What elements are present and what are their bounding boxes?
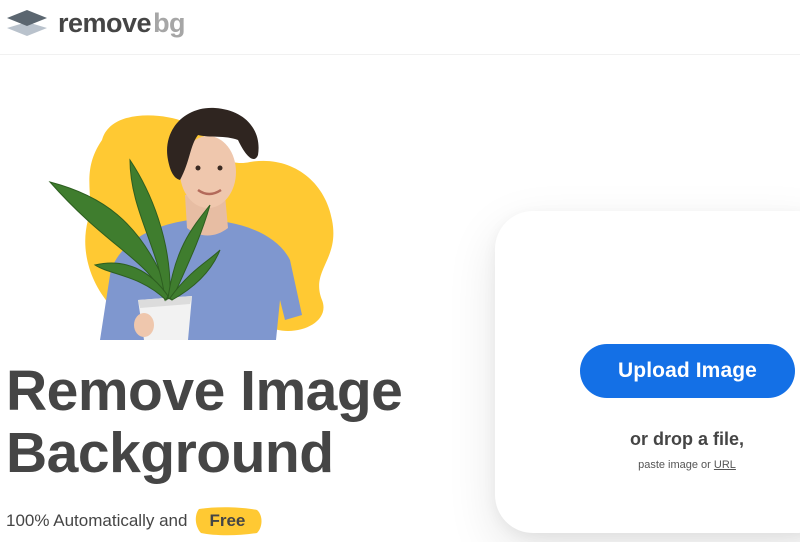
subline: 100% Automatically and Free bbox=[6, 504, 262, 538]
subline-text: 100% Automatically and bbox=[6, 511, 188, 530]
url-link[interactable]: URL bbox=[714, 459, 736, 471]
paste-image-text: paste image or URL bbox=[587, 459, 787, 471]
hero-illustration bbox=[48, 107, 334, 340]
upload-card[interactable]: Upload Image or drop a file, paste image… bbox=[495, 211, 800, 533]
paste-prefix: paste image or bbox=[638, 459, 711, 471]
header: removebg bbox=[0, 0, 800, 55]
logo[interactable]: removebg bbox=[6, 6, 186, 40]
logo-wordmark: removebg bbox=[58, 8, 186, 38]
logo-word-accent: bg bbox=[153, 8, 186, 38]
drop-file-text: or drop a file, bbox=[629, 429, 744, 449]
logo-word-main: remove bbox=[58, 8, 152, 38]
headline: Remove Image Background bbox=[6, 359, 403, 485]
stacked-layers-icon bbox=[7, 10, 47, 36]
free-badge: Free bbox=[196, 507, 262, 536]
upload-image-button[interactable]: Upload Image bbox=[580, 344, 795, 398]
headline-line-2: Background bbox=[6, 421, 334, 485]
page: removebg Remove Image Background 100% Au… bbox=[0, 0, 800, 542]
headline-line-1: Remove Image bbox=[6, 359, 403, 423]
